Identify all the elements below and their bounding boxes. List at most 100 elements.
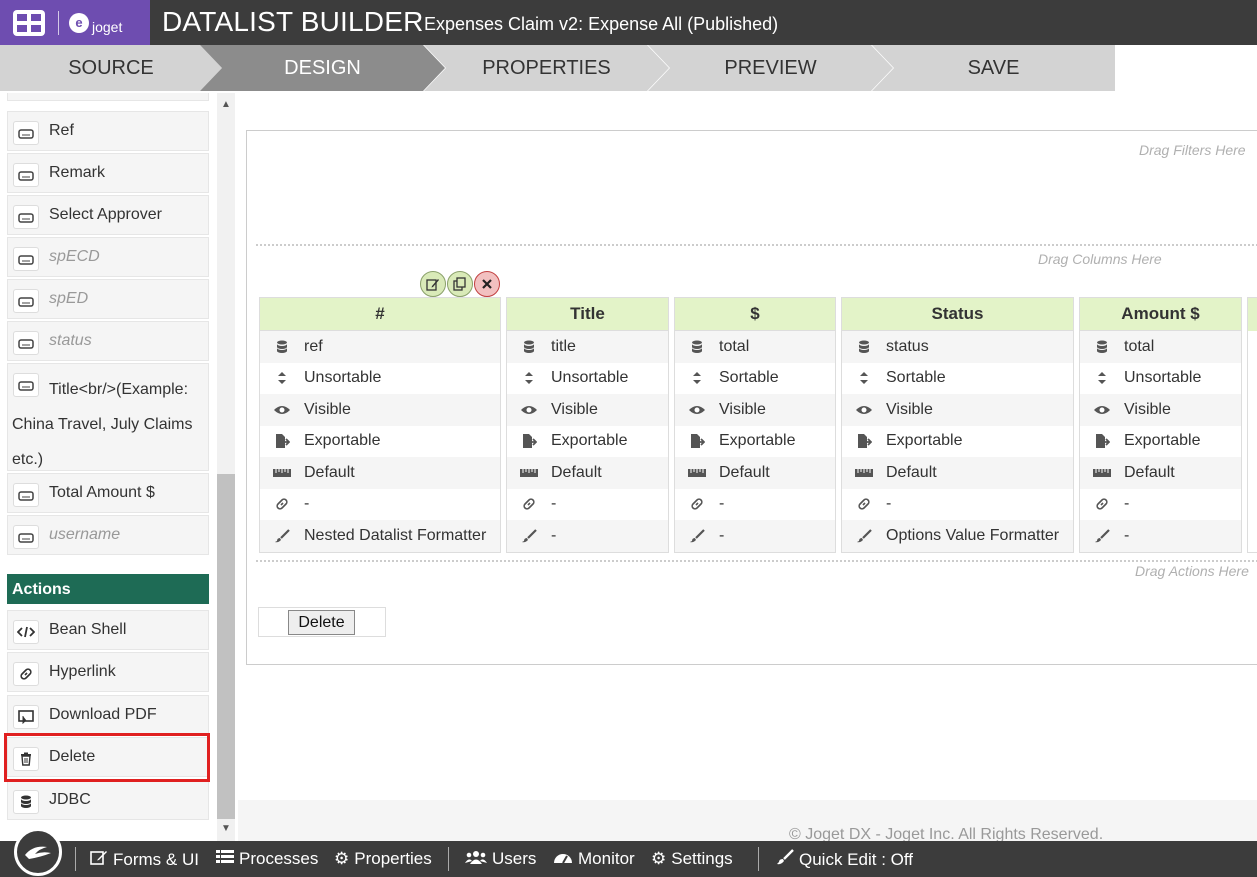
sidebar-item-label: Download PDF bbox=[49, 706, 157, 723]
drive-icon bbox=[13, 483, 39, 507]
sort-icon bbox=[842, 371, 886, 385]
ruler-icon bbox=[842, 468, 886, 477]
drive-icon bbox=[13, 205, 39, 229]
drag-actions-placeholder[interactable]: Drag Actions Here bbox=[1135, 563, 1249, 579]
sidebar-column-status[interactable]: status bbox=[7, 321, 209, 361]
sidebar-item-label: status bbox=[49, 332, 92, 349]
sidebar-column-username[interactable]: username bbox=[7, 515, 209, 555]
joget-logo: e joget bbox=[69, 11, 122, 35]
column-field-value: total bbox=[719, 337, 750, 355]
properties-link[interactable]: ⚙ Properties bbox=[334, 849, 432, 869]
column-width-value: Default bbox=[719, 463, 770, 481]
column-field-value: status bbox=[886, 337, 929, 355]
column-field: status bbox=[842, 331, 1073, 363]
sidebar-item-partial[interactable] bbox=[7, 93, 209, 101]
column-visible: Visible bbox=[1080, 394, 1241, 426]
datalist-column-amount[interactable]: Amount $ total Unsortable Visible Export… bbox=[1079, 297, 1242, 553]
column-header: # bbox=[260, 298, 500, 331]
column-field-value: total bbox=[1124, 337, 1155, 355]
sidebar-item-label: Title<br/>(Example: China Travel, July C… bbox=[12, 381, 193, 468]
scroll-down-icon[interactable]: ▼ bbox=[217, 820, 235, 838]
datalist-column-total[interactable]: $ total Sortable Visible Exportable Defa… bbox=[674, 297, 836, 553]
sidebar-column-remark[interactable]: Remark bbox=[7, 153, 209, 193]
eye-icon bbox=[260, 404, 304, 416]
copy-icon[interactable] bbox=[447, 271, 473, 297]
sidebar-column-specd[interactable]: spECD bbox=[7, 237, 209, 277]
grid-menu-icon[interactable] bbox=[0, 9, 58, 37]
users-link[interactable]: Users bbox=[465, 849, 536, 869]
column-formatter: Nested Datalist Formatter bbox=[260, 520, 500, 552]
drag-filters-placeholder[interactable]: Drag Filters Here bbox=[1139, 142, 1246, 158]
column-formatter-value: Options Value Formatter bbox=[886, 526, 1060, 544]
column-formatter: - bbox=[675, 520, 835, 552]
brush-icon bbox=[776, 849, 794, 870]
toolbar-label: Users bbox=[492, 849, 537, 868]
export-icon bbox=[507, 433, 551, 449]
toolbar-label: Monitor bbox=[578, 849, 635, 868]
datalist-column-partial[interactable] bbox=[1247, 297, 1257, 553]
sidebar-action-download-pdf[interactable]: Download PDF bbox=[7, 695, 209, 735]
tab-design[interactable]: DESIGN bbox=[200, 45, 445, 91]
sidebar-scrollbar-thumb[interactable] bbox=[217, 474, 235, 819]
column-visible-value: Visible bbox=[551, 400, 598, 418]
sidebar-column-title[interactable]: Title<br/>(Example: China Travel, July C… bbox=[7, 363, 209, 471]
column-exportable-value: Exportable bbox=[551, 432, 628, 450]
tab-save[interactable]: SAVE bbox=[872, 45, 1115, 91]
tab-preview[interactable]: PREVIEW bbox=[648, 45, 893, 91]
column-link: - bbox=[1080, 489, 1241, 521]
sidebar-item-label: Bean Shell bbox=[49, 621, 127, 638]
column-controls bbox=[420, 271, 500, 297]
column-link: - bbox=[260, 489, 500, 521]
eye-icon bbox=[842, 404, 886, 416]
drag-columns-placeholder[interactable]: Drag Columns Here bbox=[1038, 251, 1162, 267]
toolbar-separator bbox=[75, 847, 76, 871]
sidebar-column-total-amount[interactable]: Total Amount $ bbox=[7, 473, 209, 513]
users-icon bbox=[465, 849, 487, 869]
sidebar-action-hyperlink[interactable]: Hyperlink bbox=[7, 652, 209, 692]
column-formatter: - bbox=[507, 520, 668, 552]
sidebar-action-bean-shell[interactable]: Bean Shell bbox=[7, 610, 209, 650]
datalist-column-ref[interactable]: # ref Unsortable Visible Exportable Defa… bbox=[259, 297, 501, 553]
top-bar: e joget DATALIST BUILDER Expenses Claim … bbox=[0, 0, 1257, 45]
quick-edit-toggle[interactable]: Quick Edit : Off bbox=[776, 849, 913, 870]
toolbar-label: Forms & UI bbox=[113, 849, 199, 869]
sidebar-column-ref[interactable]: Ref bbox=[7, 111, 209, 151]
tab-properties[interactable]: PROPERTIES bbox=[424, 45, 669, 91]
brush-icon bbox=[507, 528, 551, 543]
sort-icon bbox=[507, 371, 551, 385]
datalist-column-status[interactable]: Status status Sortable Visible Exportabl… bbox=[841, 297, 1074, 553]
tab-source[interactable]: SOURCE bbox=[0, 45, 222, 91]
delete-column-icon[interactable] bbox=[474, 271, 500, 297]
column-exportable: Exportable bbox=[842, 426, 1073, 458]
edit-icon[interactable] bbox=[420, 271, 446, 297]
cogs-icon: ⚙ bbox=[651, 849, 667, 868]
list-icon bbox=[216, 849, 234, 869]
sidebar-item-label: JDBC bbox=[49, 791, 91, 808]
drive-icon bbox=[13, 163, 39, 187]
column-sortable-value: Unsortable bbox=[551, 369, 629, 387]
link-icon bbox=[260, 497, 304, 511]
sidebar-column-sped[interactable]: spED bbox=[7, 279, 209, 319]
scroll-up-icon[interactable]: ▲ bbox=[217, 96, 235, 114]
column-formatter-value: Nested Datalist Formatter bbox=[304, 526, 487, 544]
sidebar-column-select-approver[interactable]: Select Approver bbox=[7, 195, 209, 235]
datalist-column-title[interactable]: Title title Unsortable Visible Exportabl… bbox=[506, 297, 669, 553]
column-field: total bbox=[675, 331, 835, 363]
settings-link[interactable]: ⚙ Settings bbox=[651, 849, 733, 869]
monitor-link[interactable]: Monitor bbox=[553, 849, 635, 869]
tab-label: PROPERTIES bbox=[482, 56, 611, 79]
forms-ui-link[interactable]: Forms & UI bbox=[90, 849, 199, 870]
export-icon bbox=[842, 433, 886, 449]
database-icon bbox=[842, 340, 886, 354]
link-icon bbox=[13, 662, 39, 686]
brush-icon bbox=[675, 528, 719, 543]
joget-home-icon[interactable] bbox=[14, 828, 62, 876]
sidebar-action-jdbc[interactable]: JDBC bbox=[7, 780, 209, 820]
app-menu[interactable]: e joget bbox=[0, 0, 150, 45]
delete-action-button[interactable]: Delete bbox=[288, 610, 355, 635]
drive-icon bbox=[13, 247, 39, 271]
column-exportable: Exportable bbox=[260, 426, 500, 458]
column-field: total bbox=[1080, 331, 1241, 363]
column-visible: Visible bbox=[675, 394, 835, 426]
processes-link[interactable]: Processes bbox=[216, 849, 318, 869]
